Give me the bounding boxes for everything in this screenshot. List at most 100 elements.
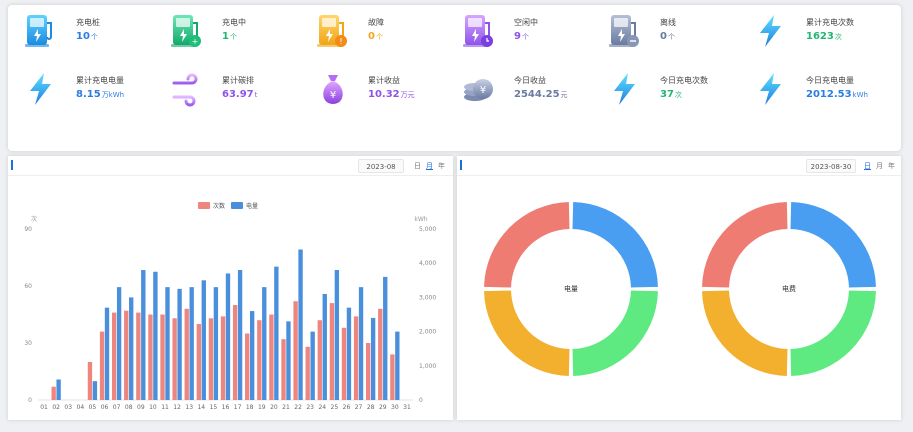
bar-count-10[interactable] xyxy=(148,314,153,401)
bar-energy-23[interactable] xyxy=(310,331,315,400)
bar-energy-29[interactable] xyxy=(383,276,388,400)
x-tick: 10 xyxy=(149,404,157,411)
bar-count-23[interactable] xyxy=(305,346,310,400)
bar-count-06[interactable] xyxy=(99,331,105,400)
period-day-tab[interactable]: 日 xyxy=(414,159,421,173)
bar-count-05[interactable] xyxy=(87,362,93,400)
lightning-icon xyxy=(754,13,788,49)
bar-energy-27[interactable] xyxy=(358,287,364,400)
bar-count-08[interactable] xyxy=(124,310,129,400)
donut-slice[interactable] xyxy=(484,290,570,376)
month-picker[interactable]: 2023-08 xyxy=(358,159,404,173)
period-day-tab[interactable]: 日 xyxy=(864,159,871,173)
bar-count-12[interactable] xyxy=(172,318,177,400)
bar-energy-19[interactable] xyxy=(262,287,267,400)
stat-card: 累计充电次数 1623次 xyxy=(744,9,884,53)
stat-card: 累计充电电量 8.15万kWh xyxy=(14,67,154,111)
svg-text:!: ! xyxy=(339,37,342,46)
bar-energy-06[interactable] xyxy=(104,307,110,400)
bar-energy-08[interactable] xyxy=(129,297,134,400)
bar-energy-25[interactable] xyxy=(334,270,340,400)
bar-energy-12[interactable] xyxy=(177,288,182,400)
period-year-tab[interactable]: 年 xyxy=(438,159,445,173)
stat-label: 今日收益 xyxy=(514,76,546,85)
bar-count-13[interactable] xyxy=(184,308,189,400)
bar-count-20[interactable] xyxy=(269,314,274,401)
bar-energy-24[interactable] xyxy=(322,293,327,400)
bar-count-14[interactable] xyxy=(196,324,202,400)
donut-slice[interactable] xyxy=(702,290,788,376)
x-tick: 20 xyxy=(270,404,278,411)
bar-energy-17[interactable] xyxy=(237,270,243,400)
x-tick: 14 xyxy=(197,404,205,411)
stat-unit: 个 xyxy=(229,33,237,41)
coins-icon: ¥ xyxy=(462,71,496,107)
stat-unit: 个 xyxy=(90,33,98,41)
bar-count-27[interactable] xyxy=(353,316,359,400)
bar-energy-13[interactable] xyxy=(189,287,194,400)
bar-energy-20[interactable] xyxy=(274,266,279,400)
x-tick: 06 xyxy=(101,404,109,411)
period-month-tab[interactable]: 月 xyxy=(876,159,883,173)
bar-count-22[interactable] xyxy=(293,301,298,400)
bar-energy-28[interactable] xyxy=(370,317,376,400)
bar-energy-09[interactable] xyxy=(141,270,146,400)
bar-count-18[interactable] xyxy=(245,333,250,401)
legend-swatch-energy[interactable] xyxy=(231,202,243,209)
donut-slice[interactable] xyxy=(702,202,788,288)
bar-count-26[interactable] xyxy=(341,327,347,400)
bar-energy-11[interactable] xyxy=(165,287,170,400)
bar-energy-21[interactable] xyxy=(286,321,291,400)
period-month-tab[interactable]: 月 xyxy=(426,159,433,173)
bar-count-02[interactable] xyxy=(51,386,56,400)
bar-count-17[interactable] xyxy=(232,305,238,400)
bar-energy-22[interactable] xyxy=(298,249,303,400)
bar-energy-15[interactable] xyxy=(213,287,219,400)
x-tick: 18 xyxy=(246,404,254,411)
bar-count-19[interactable] xyxy=(257,320,262,400)
legend-swatch-count[interactable] xyxy=(198,202,210,209)
bar-energy-05[interactable] xyxy=(92,381,98,400)
x-tick: 26 xyxy=(343,404,351,411)
wind-icon xyxy=(170,71,204,107)
bar-energy-30[interactable] xyxy=(395,331,400,400)
donut-slice[interactable] xyxy=(484,202,570,288)
stat-label: 累计充电次数 xyxy=(806,18,854,27)
date-picker[interactable]: 2023-08-30 xyxy=(806,159,856,173)
donut-slice[interactable] xyxy=(790,202,876,288)
legend-label-count[interactable]: 次数 xyxy=(213,202,225,210)
stat-value: 0个 xyxy=(368,31,383,42)
bar-count-11[interactable] xyxy=(160,314,165,401)
bar-count-24[interactable] xyxy=(317,320,322,400)
bar-energy-16[interactable] xyxy=(225,273,231,400)
bar-count-15[interactable] xyxy=(208,318,214,400)
bar-energy-14[interactable] xyxy=(201,280,206,400)
stat-unit: 个 xyxy=(667,33,675,41)
bar-energy-26[interactable] xyxy=(346,307,352,400)
bar-energy-10[interactable] xyxy=(153,271,158,400)
donut-slice[interactable] xyxy=(572,202,658,288)
bar-count-28[interactable] xyxy=(366,343,371,400)
bar-energy-02[interactable] xyxy=(56,379,61,400)
svg-text:¥: ¥ xyxy=(480,85,486,96)
bar-energy-07[interactable] xyxy=(116,287,122,400)
panel-marker xyxy=(460,160,462,170)
donut-slice[interactable] xyxy=(572,290,658,376)
stat-label: 累计收益 xyxy=(368,76,400,85)
bar-count-21[interactable] xyxy=(281,339,286,400)
stat-label: 空闲中 xyxy=(514,18,538,27)
x-tick: 25 xyxy=(331,404,339,411)
bar-count-07[interactable] xyxy=(111,312,117,400)
legend-label-energy[interactable]: 电量 xyxy=(246,202,258,210)
x-tick: 11 xyxy=(161,404,169,411)
bar-count-25[interactable] xyxy=(329,303,335,400)
bar-energy-18[interactable] xyxy=(249,311,255,400)
x-tick: 31 xyxy=(403,404,411,411)
bar-count-30[interactable] xyxy=(390,354,395,400)
bar-count-09[interactable] xyxy=(136,312,141,400)
donut-slice[interactable] xyxy=(790,290,876,376)
period-year-tab[interactable]: 年 xyxy=(888,159,895,173)
fault-icon: ! xyxy=(316,13,350,49)
bar-count-16[interactable] xyxy=(220,316,226,400)
bar-count-29[interactable] xyxy=(378,308,383,400)
